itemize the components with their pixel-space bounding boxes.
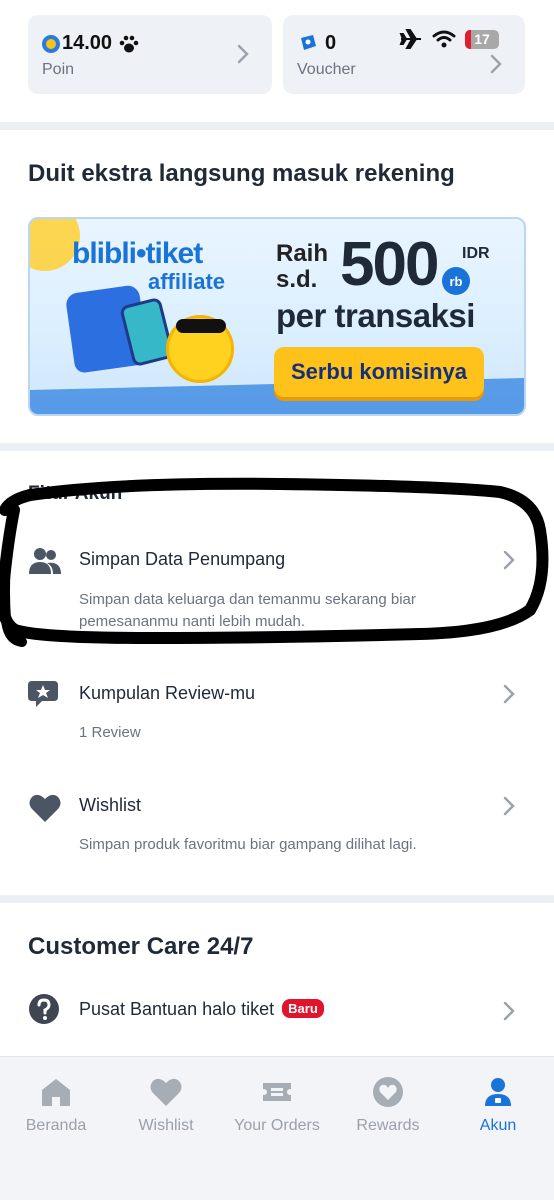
banner-raih-line1: Raih	[276, 240, 329, 267]
affiliate-title: Duit ekstra langsung masuk rekening	[28, 160, 455, 187]
bottom-nav: Beranda Wishlist Your Orders Rewards Aku…	[0, 1056, 554, 1200]
fitur-title: Fitur Akun	[28, 483, 123, 504]
nav-label: Beranda	[25, 1117, 87, 1134]
nav-item-beranda[interactable]: Beranda	[1, 1075, 111, 1135]
battery-icon: 17	[465, 29, 499, 49]
people-icon	[29, 548, 61, 574]
row-desc: 1 Review	[79, 724, 141, 741]
rewards-icon	[373, 1077, 403, 1107]
pusat-bantuan-label: Pusat Bantuan halo tiket	[79, 999, 275, 1019]
paw-icon	[119, 35, 139, 52]
banner-brand: blibli•tiket	[72, 237, 203, 270]
section-divider	[0, 122, 554, 130]
points-label: Poin	[42, 61, 75, 78]
battery-level: 17	[474, 31, 490, 47]
voucher-value-wrap: 0	[297, 32, 336, 55]
voucher-card[interactable]: 0 17 Voucher	[283, 15, 525, 94]
nav-label: Akun	[479, 1117, 517, 1134]
section-divider	[0, 443, 554, 451]
customer-care-title: Customer Care 24/7	[28, 933, 254, 960]
list-item-wishlist[interactable]: Wishlist Simpan produk favoritmu biar ga…	[0, 778, 554, 868]
voucher-value: 0	[325, 32, 337, 54]
banner-amount: 500	[340, 230, 439, 299]
voucher-icon	[301, 34, 316, 50]
heart-icon	[150, 1078, 182, 1106]
points-coin-icon	[42, 34, 60, 53]
points-value-wrap: 14.00	[42, 32, 140, 55]
nav-label: Your Orders	[234, 1117, 320, 1134]
voucher-label: Voucher	[297, 61, 356, 78]
row-title: Pusat Bantuan halo tiket Baru	[79, 999, 324, 1020]
row-desc: Simpan produk favoritmu biar gampang dil…	[79, 836, 417, 853]
row-title: Kumpulan Review-mu	[79, 683, 256, 703]
row-title: Wishlist	[79, 795, 141, 815]
review-icon	[28, 681, 58, 707]
affiliate-banner[interactable]: blibli•tiket affiliate Raih s.d. 500 IDR…	[28, 217, 526, 416]
section-divider	[0, 895, 554, 903]
banner-sub: affiliate	[148, 269, 226, 294]
nav-item-your-orders[interactable]: Your Orders	[222, 1075, 332, 1135]
question-icon	[29, 994, 59, 1024]
banner-currency: IDR	[462, 245, 490, 262]
nav-item-akun[interactable]: Akun	[443, 1075, 553, 1135]
chevron-right-icon	[490, 54, 502, 74]
nav-item-rewards[interactable]: Rewards	[333, 1075, 443, 1135]
wifi-icon	[432, 30, 456, 48]
banner-per: per transaksi	[276, 297, 475, 334]
ticket-icon	[263, 1083, 291, 1101]
list-item-pusat-bantuan[interactable]: Pusat Bantuan halo tiket Baru	[0, 985, 554, 1040]
nav-label: Wishlist	[138, 1117, 194, 1134]
airplane-icon	[399, 29, 421, 49]
chevron-right-icon	[503, 796, 515, 816]
row-desc: Simpan data keluarga dan temanmu sekaran…	[79, 591, 416, 630]
banner-cta-button[interactable]: Serbu komisinya	[274, 347, 484, 397]
chevron-right-icon	[503, 684, 515, 704]
banner-unit: rb	[442, 267, 470, 295]
nav-label: Rewards	[356, 1117, 420, 1134]
new-badge: Baru	[282, 999, 324, 1018]
points-card[interactable]: 14.00 Poin	[28, 15, 272, 94]
heart-icon	[29, 794, 61, 822]
list-item-review[interactable]: Kumpulan Review-mu 1 Review	[0, 665, 554, 755]
chevron-right-icon	[237, 44, 249, 64]
chevron-right-icon	[503, 1001, 515, 1021]
nav-item-wishlist[interactable]: Wishlist	[111, 1075, 221, 1135]
account-icon	[485, 1078, 511, 1106]
row-title: Simpan Data Penumpang	[79, 549, 286, 569]
home-icon	[42, 1079, 70, 1106]
chevron-right-icon	[503, 550, 515, 570]
mascot-glasses-illustration	[176, 319, 226, 333]
status-icons: 17	[399, 28, 499, 50]
points-value: 14.00	[62, 32, 113, 54]
list-item-simpan-data[interactable]: Simpan Data Penumpang Simpan data keluar…	[0, 530, 554, 640]
banner-raih-line2: s.d.	[276, 266, 318, 293]
top-cards: 14.00 Poin 0 17 Voucher	[0, 0, 554, 122]
banner-raih: Raih s.d.	[276, 241, 328, 293]
